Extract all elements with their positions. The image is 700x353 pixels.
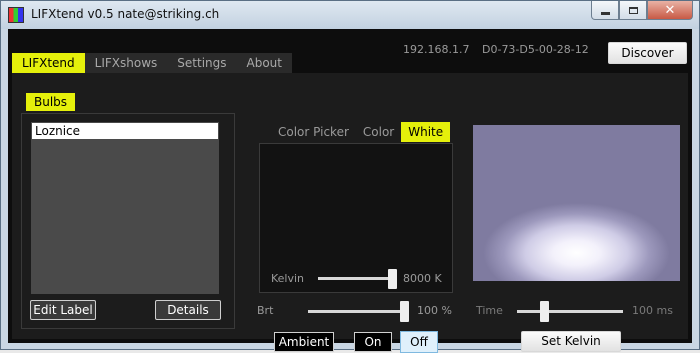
kelvin-label: Kelvin: [271, 272, 305, 285]
minimize-button[interactable]: [591, 1, 619, 20]
tab-lifxshows[interactable]: LIFXshows: [85, 53, 168, 73]
main-area: LIFXtend LIFXshows Settings About 192.16…: [8, 29, 692, 353]
brightness-slider-track[interactable]: [308, 310, 408, 313]
tab-white[interactable]: White: [401, 122, 451, 142]
maximize-button[interactable]: [619, 1, 647, 20]
title-bar[interactable]: LIFXtend v0.5 nate@striking.ch ✕: [1, 1, 699, 29]
close-icon: ✕: [664, 2, 676, 18]
picker-tabs: Color Picker Color White: [271, 122, 451, 142]
window-title: LIFXtend v0.5 nate@striking.ch: [31, 7, 220, 21]
details-button[interactable]: Details: [155, 300, 221, 320]
time-label: Time: [476, 304, 503, 317]
ambient-button[interactable]: Ambient: [274, 332, 334, 352]
kelvin-slider-thumb[interactable]: [388, 269, 397, 289]
bulb-list[interactable]: Loznice: [31, 122, 219, 294]
ip-address: 192.168.1.7: [403, 43, 470, 56]
time-value: 100 ms: [632, 304, 673, 317]
color-preview: [473, 125, 680, 281]
time-slider-thumb[interactable]: [540, 301, 549, 322]
brightness-value: 100 %: [417, 304, 452, 317]
list-item[interactable]: Loznice: [32, 123, 218, 139]
tab-content: Bulbs Loznice Edit Label Details Color P…: [12, 73, 688, 353]
close-button[interactable]: ✕: [647, 1, 693, 20]
bulbs-tab[interactable]: Bulbs: [26, 93, 76, 111]
tab-lifxtend[interactable]: LIFXtend: [12, 53, 85, 73]
brightness-label: Brt: [257, 304, 274, 317]
discover-button[interactable]: Discover: [608, 42, 687, 64]
brightness-slider-thumb[interactable]: [400, 301, 409, 322]
set-kelvin-button[interactable]: Set Kelvin: [521, 331, 621, 352]
kelvin-value: 8000 K: [403, 272, 442, 285]
app-icon: [8, 7, 24, 23]
app-window: LIFXtend v0.5 nate@striking.ch ✕ LIFXten…: [0, 0, 700, 353]
tab-about[interactable]: About: [237, 53, 292, 73]
bulbs-panel: Loznice Edit Label Details: [21, 113, 235, 329]
white-panel: Kelvin 8000 K: [259, 143, 453, 293]
edit-label-button[interactable]: Edit Label: [30, 300, 96, 320]
on-button[interactable]: On: [354, 332, 392, 352]
time-slider-track[interactable]: [517, 310, 623, 313]
main-tabs: LIFXtend LIFXshows Settings About: [12, 53, 292, 73]
kelvin-slider-track[interactable]: [318, 277, 396, 280]
maximize-icon: [628, 6, 638, 14]
tab-color-picker[interactable]: Color Picker: [271, 122, 356, 142]
minimize-icon: [600, 11, 610, 15]
mac-address: D0-73-D5-00-28-12: [482, 43, 589, 56]
tab-settings[interactable]: Settings: [167, 53, 236, 73]
tab-color[interactable]: Color: [356, 122, 401, 142]
